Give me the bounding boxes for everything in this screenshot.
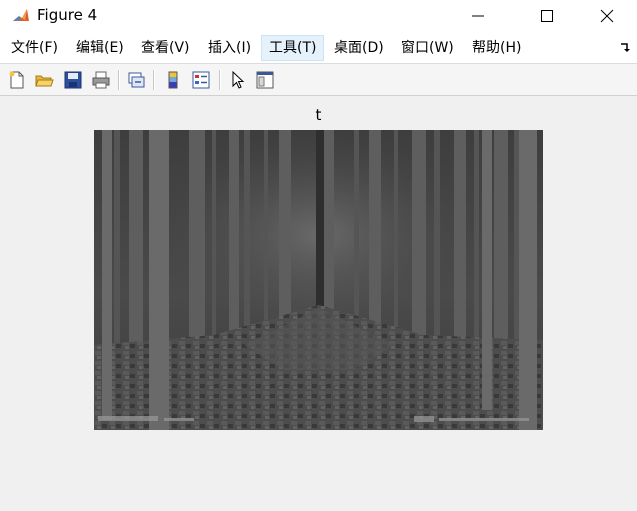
print-button[interactable] bbox=[89, 68, 113, 92]
forest-grayscale-image bbox=[94, 130, 543, 430]
title-bar: Figure 4 bbox=[0, 0, 637, 32]
menu-insert[interactable]: 插入(I) bbox=[201, 35, 258, 61]
toolbar-separator bbox=[118, 70, 120, 90]
open-file-button[interactable] bbox=[32, 68, 56, 92]
menu-desktop[interactable]: 桌面(D) bbox=[327, 35, 391, 61]
close-icon bbox=[600, 9, 614, 23]
menu-edit[interactable]: 编辑(E) bbox=[69, 35, 131, 61]
matlab-icon bbox=[11, 6, 31, 26]
insert-legend-icon bbox=[192, 71, 210, 89]
menu-tools[interactable]: 工具(T) bbox=[261, 35, 325, 61]
menu-help[interactable]: 帮助(H) bbox=[465, 35, 528, 61]
edit-plot-pointer-icon bbox=[232, 70, 245, 89]
menu-window[interactable]: 窗口(W) bbox=[394, 35, 461, 61]
figure-toolbar bbox=[0, 64, 637, 96]
link-axes-button[interactable] bbox=[124, 68, 148, 92]
minimize-icon bbox=[472, 15, 484, 17]
new-figure-button[interactable] bbox=[5, 68, 29, 92]
menu-bar: 文件(F) 编辑(E) 查看(V) 插入(I) 工具(T) 桌面(D) 窗口(W… bbox=[0, 32, 637, 64]
property-inspector-button[interactable] bbox=[253, 68, 277, 92]
window-title: Figure 4 bbox=[37, 6, 98, 24]
insert-colorbar-button[interactable] bbox=[161, 68, 185, 92]
minimize-button[interactable] bbox=[455, 0, 501, 32]
maximize-button[interactable] bbox=[524, 0, 570, 32]
toolbar-separator bbox=[153, 70, 155, 90]
close-button[interactable] bbox=[584, 0, 630, 32]
print-icon bbox=[92, 71, 110, 89]
open-file-icon bbox=[35, 75, 54, 87]
save-button[interactable] bbox=[61, 68, 85, 92]
edit-plot-button[interactable] bbox=[226, 68, 250, 92]
overflow-arrow-icon[interactable] bbox=[619, 40, 631, 54]
axes-title: t bbox=[315, 106, 322, 124]
link-axes-icon bbox=[128, 72, 145, 88]
property-inspector-icon bbox=[256, 71, 274, 89]
save-icon bbox=[64, 71, 82, 89]
figure-canvas: t bbox=[0, 96, 637, 511]
insert-colorbar-icon bbox=[168, 71, 178, 89]
maximize-icon bbox=[541, 10, 553, 22]
toolbar-separator bbox=[219, 70, 221, 90]
menu-file[interactable]: 文件(F) bbox=[4, 35, 65, 61]
insert-legend-button[interactable] bbox=[189, 68, 213, 92]
image-axes[interactable] bbox=[94, 130, 543, 430]
new-figure-icon bbox=[9, 71, 24, 89]
menu-view[interactable]: 查看(V) bbox=[134, 35, 197, 61]
